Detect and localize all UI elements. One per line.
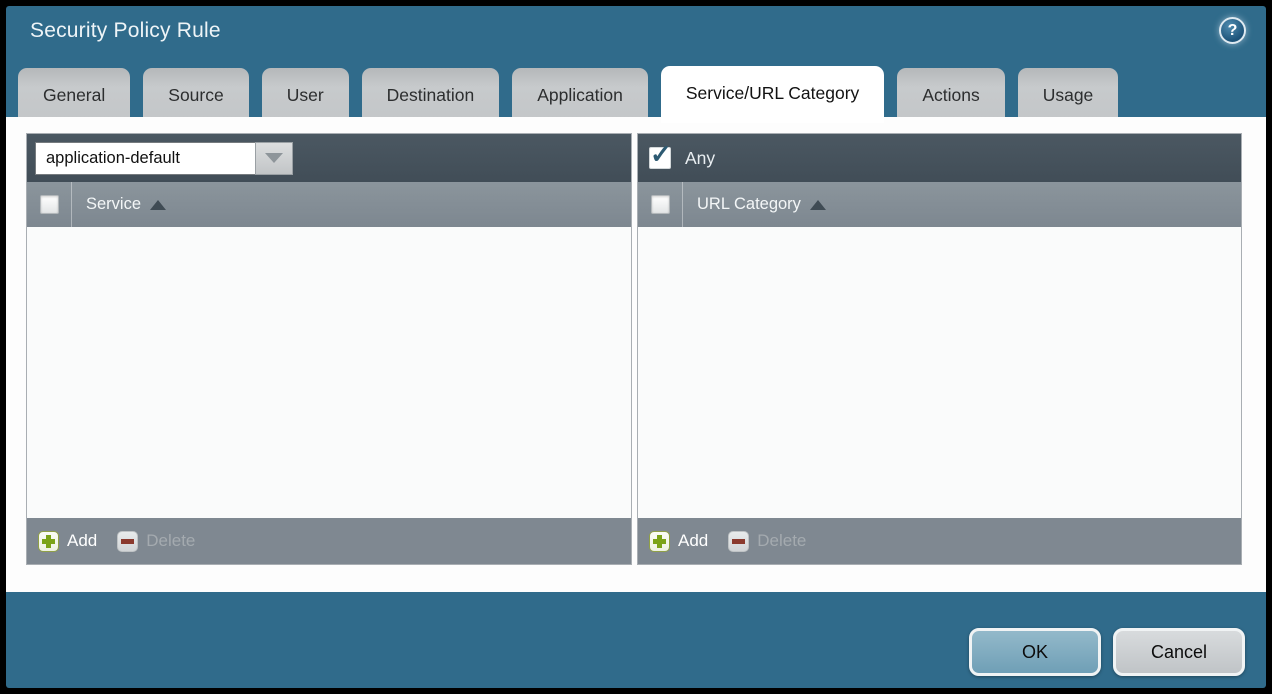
tab-service-url-category[interactable]: Service/URL Category (661, 66, 884, 123)
url-category-panel: ✓ Any URL Category (637, 133, 1242, 565)
service-panel: application-default Service (26, 133, 632, 565)
url-category-footer-bar: Add Delete (638, 518, 1241, 564)
service-footer-bar: Add Delete (27, 518, 631, 564)
service-type-dropdown-button[interactable] (255, 142, 293, 175)
plus-icon (649, 531, 670, 552)
service-select-all-checkbox[interactable] (40, 195, 59, 214)
url-category-list-body (638, 227, 1241, 518)
url-category-select-all-cell (638, 182, 682, 227)
minus-icon (728, 531, 749, 552)
url-category-add-label: Add (678, 531, 708, 551)
service-select-all-cell (27, 182, 71, 227)
tab-user[interactable]: User (262, 68, 349, 123)
service-type-dropdown[interactable]: application-default (35, 142, 293, 175)
chevron-down-icon (265, 153, 283, 163)
url-category-delete-button[interactable]: Delete (728, 531, 806, 552)
service-delete-button[interactable]: Delete (117, 531, 195, 552)
service-type-value[interactable]: application-default (35, 142, 255, 175)
tab-usage[interactable]: Usage (1018, 68, 1119, 123)
minus-icon (117, 531, 138, 552)
service-list-body (27, 227, 631, 518)
tab-application[interactable]: Application (512, 68, 648, 123)
dialog-title: Security Policy Rule (30, 19, 221, 43)
service-add-label: Add (67, 531, 97, 551)
url-category-column-header[interactable]: URL Category (697, 195, 826, 214)
screen-frame: Security Policy Rule ? General Source Us… (0, 0, 1272, 694)
help-glyph: ? (1228, 22, 1238, 40)
url-category-add-button[interactable]: Add (649, 531, 708, 552)
cancel-button[interactable]: Cancel (1113, 628, 1245, 676)
sort-asc-icon (810, 200, 826, 210)
url-category-column-label: URL Category (697, 195, 801, 214)
ok-button[interactable]: OK (969, 628, 1101, 676)
service-toolbar: application-default (27, 134, 631, 182)
url-category-toolbar: ✓ Any (638, 134, 1241, 182)
security-policy-rule-dialog: Security Policy Rule ? General Source Us… (6, 6, 1266, 688)
service-add-button[interactable]: Add (38, 531, 97, 552)
tab-general[interactable]: General (18, 68, 130, 123)
url-category-table-header: URL Category (638, 182, 1241, 227)
service-table-header: Service (27, 182, 631, 227)
tab-content-area: application-default Service (6, 117, 1266, 592)
help-icon[interactable]: ? (1219, 17, 1246, 44)
service-column-label: Service (86, 195, 141, 214)
any-checkbox[interactable]: ✓ (649, 147, 671, 169)
any-row: ✓ Any (638, 147, 1241, 169)
column-divider (682, 182, 683, 227)
tab-destination[interactable]: Destination (362, 68, 500, 123)
tab-actions[interactable]: Actions (897, 68, 1004, 123)
tab-bar: General Source User Destination Applicat… (18, 62, 1118, 123)
checkmark-icon: ✓ (650, 139, 672, 170)
url-category-delete-label: Delete (757, 531, 806, 551)
url-category-select-all-checkbox[interactable] (651, 195, 670, 214)
service-column-header[interactable]: Service (86, 195, 166, 214)
service-delete-label: Delete (146, 531, 195, 551)
sort-asc-icon (150, 200, 166, 210)
tab-source[interactable]: Source (143, 68, 248, 123)
any-label: Any (685, 148, 715, 169)
column-divider (71, 182, 72, 227)
plus-icon (38, 531, 59, 552)
